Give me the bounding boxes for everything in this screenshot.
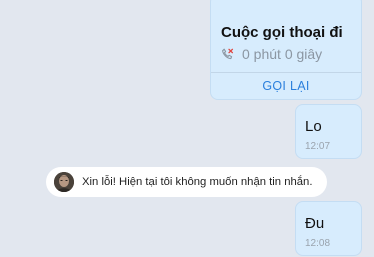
avatar[interactable] [54,172,74,192]
message-time: 12:07 [305,141,331,152]
call-title: Cuộc gọi thoại đi [221,24,343,41]
message-text: Lo [305,118,322,135]
message-bubble[interactable]: Đu 12:08 [295,201,362,256]
call-duration: 0 phút 0 giây [242,46,323,62]
message-text: Đu [305,215,325,232]
auto-reply-text: Xin lỗi! Hiện tại tôi không muốn nhận ti… [82,176,313,188]
call-duration-row: 0 phút 0 giây [221,45,322,63]
auto-reply-notice: Xin lỗi! Hiện tại tôi không muốn nhận ti… [46,167,327,197]
outgoing-call-card: Cuộc gọi thoại đi 0 phút 0 giây GỌI LẠI [210,0,362,100]
call-back-button[interactable]: GỌI LẠI [211,73,361,99]
outgoing-missed-call-icon [221,48,234,61]
message-bubble[interactable]: Lo 12:07 [295,104,362,159]
message-time: 12:08 [305,238,331,249]
